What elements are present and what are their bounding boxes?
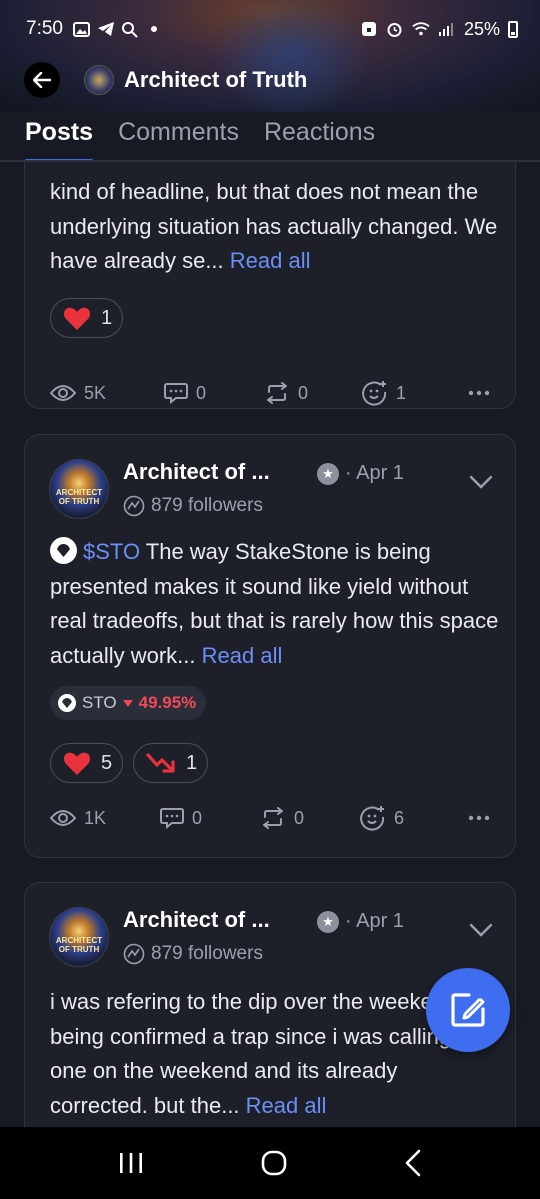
comments-button[interactable]: 0 — [164, 382, 264, 404]
read-all-link[interactable]: Read all — [202, 643, 283, 668]
arrow-left-icon — [33, 72, 51, 88]
post-author-row[interactable]: ARCHITECT OF TRUTH Architect of ... ★ · … — [49, 459, 493, 523]
system-nav-bar — [0, 1127, 540, 1199]
eye-icon — [50, 810, 76, 826]
post-stats: 1K 0 0 6 — [50, 803, 490, 833]
back-nav-icon[interactable] — [404, 1149, 422, 1177]
reaction-count: 5 — [101, 751, 113, 774]
reaction-count: 1 — [186, 751, 198, 774]
post-stats: 5K 0 0 1 — [50, 378, 490, 408]
comment-icon — [164, 383, 188, 404]
wifi-icon — [412, 20, 430, 38]
reaction-count: 1 — [101, 306, 113, 329]
repost-icon — [263, 807, 283, 829]
read-all-link[interactable]: Read all — [246, 1093, 327, 1118]
chart-circle-icon — [123, 943, 145, 965]
battery-icon — [508, 20, 518, 38]
heart-reaction-pill[interactable]: 1 — [50, 298, 124, 338]
followers-count: 879 followers — [123, 943, 263, 965]
eye-icon — [50, 385, 76, 401]
react-button[interactable]: 1 — [362, 380, 452, 406]
chevron-down-icon[interactable] — [469, 475, 493, 489]
chevron-down-icon[interactable] — [469, 923, 493, 937]
home-icon[interactable] — [260, 1149, 288, 1177]
star-badge-icon: ★ — [317, 463, 339, 485]
read-all-link[interactable]: Read all — [230, 248, 311, 273]
stakestone-coin-icon — [50, 537, 77, 564]
lock-icon — [360, 20, 378, 38]
alarm-icon — [386, 20, 404, 38]
recent-apps-icon[interactable] — [118, 1151, 144, 1175]
tab-reactions[interactable]: Reactions — [264, 112, 375, 160]
react-button[interactable]: 6 — [360, 805, 450, 831]
more-horizontal-icon — [468, 390, 490, 396]
ticker-link[interactable]: $STO — [83, 539, 140, 564]
author-avatar[interactable]: ARCHITECT OF TRUTH — [49, 459, 109, 519]
battery-percent: 25% — [463, 18, 500, 39]
status-bar: 7:50 25% — [0, 0, 540, 58]
more-options-button[interactable] — [468, 390, 490, 396]
followers-count: 879 followers — [123, 495, 263, 517]
repost-icon — [267, 382, 287, 404]
post-body[interactable]: $STO The way StakeStone is being present… — [50, 535, 500, 673]
bearish-icon — [146, 753, 175, 773]
dot-icon — [145, 20, 163, 38]
repost-button[interactable]: 0 — [260, 807, 360, 829]
author-avatar[interactable]: ARCHITECT OF TRUTH — [49, 907, 109, 967]
heart-icon — [63, 752, 91, 775]
telegram-icon — [97, 20, 115, 38]
profile-tabs: Posts Comments Reactions — [0, 112, 540, 162]
gallery-icon — [73, 20, 91, 38]
app-header: 7:50 25% Architect of Truth — [0, 0, 540, 112]
heart-reaction-pill[interactable]: 5 — [50, 743, 124, 783]
add-reaction-icon — [362, 381, 387, 406]
tab-posts[interactable]: Posts — [25, 112, 94, 162]
more-options-button[interactable] — [468, 815, 490, 821]
comment-icon — [160, 808, 184, 829]
compose-icon — [451, 993, 485, 1027]
views-stat: 5K — [50, 383, 164, 404]
bearish-reaction-pill[interactable]: 1 — [133, 743, 209, 783]
author-name[interactable]: Architect of ... — [123, 907, 270, 933]
sto-coin-icon — [58, 694, 76, 712]
triangle-down-icon — [122, 699, 133, 707]
comments-button[interactable]: 0 — [160, 807, 260, 829]
tab-comments[interactable]: Comments — [118, 112, 239, 160]
post-author-row[interactable]: ARCHITECT OF TRUTH Architect of ... ★ · … — [49, 907, 493, 971]
status-time: 7:50 — [26, 18, 63, 39]
post-card[interactable]: ARCHITECT OF TRUTH Architect of ... ★ · … — [24, 434, 516, 858]
post-card[interactable]: kind of headline, but that does not mean… — [24, 162, 516, 409]
assistant-icon — [121, 20, 139, 38]
post-date: · Apr 1 — [345, 462, 404, 484]
back-button[interactable] — [24, 62, 60, 98]
title-bar: Architect of Truth — [0, 58, 540, 102]
profile-avatar[interactable] — [84, 65, 114, 95]
token-price-chip[interactable]: STO 49.95% — [50, 686, 207, 720]
chart-circle-icon — [123, 495, 145, 517]
add-reaction-icon — [360, 806, 385, 831]
more-horizontal-icon — [468, 815, 490, 821]
heart-icon — [63, 307, 91, 330]
post-body[interactable]: kind of headline, but that does not mean… — [50, 175, 500, 279]
repost-button[interactable]: 0 — [264, 382, 362, 404]
page-title: Architect of Truth — [124, 67, 308, 92]
star-badge-icon: ★ — [317, 911, 339, 933]
post-date: · Apr 1 — [345, 910, 404, 932]
signal-icon — [438, 20, 456, 38]
compose-post-button[interactable] — [426, 968, 510, 1052]
views-stat: 1K — [50, 808, 160, 829]
author-name[interactable]: Architect of ... — [123, 459, 270, 485]
